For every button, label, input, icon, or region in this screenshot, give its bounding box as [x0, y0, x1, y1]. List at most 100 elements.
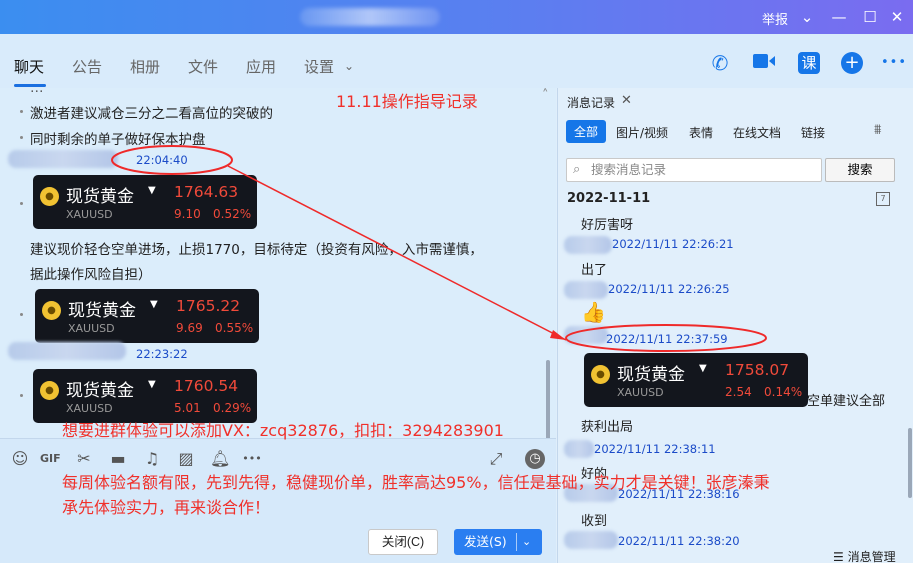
quote-percent: 0.29% [213, 401, 252, 415]
class-icon[interactable]: 课 [798, 52, 820, 74]
send-button[interactable]: 发送(S) ⌄ [454, 529, 542, 555]
filter-docs[interactable]: 在线文档 [733, 124, 781, 141]
quote-symbol: XAUUSD [66, 402, 113, 415]
chat-line: 据此操作风险自担） [30, 267, 152, 283]
search-button[interactable]: 搜索 [825, 158, 895, 182]
tab-album[interactable]: 相册 [130, 56, 160, 77]
history-search-input[interactable]: ⌕ 搜索消息记录 [566, 158, 822, 182]
history-date: 2022-11-11 [567, 191, 651, 206]
caret-down-icon: ▼ [148, 379, 156, 390]
quote-price: 1764.63 [174, 183, 239, 201]
quote-symbol: XAUUSD [617, 386, 664, 399]
gold-quote-card[interactable]: ● 现货黄金 ▼ XAUUSD 1760.54 5.01 0.29% [33, 369, 257, 423]
manage-label: 消息管理 [847, 550, 896, 563]
caret-down-icon: ▼ [699, 363, 707, 374]
emoji-icon[interactable]: ☺ [10, 449, 30, 469]
message-time: 22:23:22 [136, 347, 188, 361]
gold-coin-icon: ● [40, 187, 59, 206]
sender-name-blurred [8, 150, 118, 168]
chat-area: … 激进者建议减仓三分之二看高位的突破的 同时剩余的单子做好保本护盘 ˄ 22:… [0, 88, 556, 438]
quote-price: 1758.07 [725, 361, 790, 379]
bullet [20, 313, 23, 316]
annotation-title: 11.11操作指导记录 [336, 92, 478, 111]
expand-icon[interactable]: ⤢ [486, 449, 506, 469]
caret-down-icon: ▼ [150, 299, 158, 310]
history-message: 空单建议全部 [807, 394, 886, 409]
close-button[interactable]: 关闭(C) [368, 529, 438, 555]
filter-sticker[interactable]: 表情 [689, 124, 713, 141]
history-scrollbar[interactable] [908, 428, 912, 498]
filter-links[interactable]: 链接 [801, 124, 825, 141]
quote-name: 现货黄金 [66, 381, 134, 401]
clipped-line: … [30, 88, 44, 96]
music-icon[interactable]: ♫ [142, 449, 162, 469]
filter-all[interactable]: 全部 [566, 120, 607, 143]
tab-files[interactable]: 文件 [188, 56, 218, 77]
history-time: 2022/11/11 22:38:20 [618, 534, 740, 548]
phone-icon[interactable]: ✆ [707, 50, 733, 76]
history-time: 2022/11/11 22:26:21 [612, 237, 734, 251]
tab-chat[interactable]: 聊天 [14, 56, 44, 77]
quote-change: 9.69 [176, 321, 203, 335]
close-icon[interactable]: ˄ [542, 88, 549, 103]
maximize-icon[interactable]: ☐ [860, 7, 880, 27]
search-icon: ⌕ [573, 162, 581, 177]
gif-icon[interactable]: GIF [40, 449, 61, 469]
search-placeholder: 搜索消息记录 [591, 162, 667, 177]
title-bar: 举报 ⌄ — ☐ ✕ [0, 0, 913, 34]
sender-name-blurred [564, 281, 608, 299]
close-icon[interactable]: ✕ [621, 93, 632, 108]
chevron-down-icon[interactable]: ⌄ [522, 529, 531, 555]
bell-icon[interactable]: 🔔︎ [210, 449, 230, 469]
close-icon[interactable]: ✕ [887, 7, 907, 27]
scissors-icon[interactable]: ✂ [74, 449, 94, 469]
quote-name: 现货黄金 [66, 187, 134, 207]
chat-line: 同时剩余的单子做好保本护盘 [30, 132, 206, 148]
quote-symbol: XAUUSD [68, 322, 115, 335]
quote-percent: 0.14% [764, 385, 803, 399]
history-time: 2022/11/11 22:26:25 [608, 282, 730, 296]
quote-percent: 0.55% [215, 321, 254, 335]
promo-line: 每周体验名额有限，先到先得，稳健现价单，胜率高达95%，信任是基础，实力才是关键… [62, 473, 770, 492]
filter-media[interactable]: 图片/视频 [616, 124, 668, 141]
history-time: 2022/11/11 22:37:59 [606, 332, 728, 346]
bullet [20, 110, 23, 113]
add-icon[interactable]: + [841, 52, 863, 74]
folder-icon[interactable]: ▬ [108, 449, 128, 469]
calendar-icon[interactable]: 7 [876, 192, 890, 206]
message-manage-button[interactable]: ☰ 消息管理 [833, 548, 896, 563]
divider [516, 533, 517, 551]
history-message: 获利出局 [581, 420, 634, 435]
video-call-icon[interactable] [751, 50, 777, 76]
filter-icon[interactable]: ⩩ [874, 122, 881, 138]
window-title-blurred [300, 8, 440, 26]
chat-scrollbar[interactable] [546, 360, 550, 438]
quote-change: 5.01 [174, 401, 201, 415]
gold-coin-icon: ● [40, 381, 59, 400]
more-icon[interactable]: ••• [242, 449, 262, 469]
active-tab-indicator [14, 84, 46, 87]
gold-quote-card[interactable]: ● 现货黄金 ▼ XAUUSD 1765.22 9.69 0.55% [35, 289, 259, 343]
sender-name-blurred [564, 440, 594, 458]
more-icon[interactable]: ••• [881, 50, 907, 76]
gold-coin-icon: ● [42, 301, 61, 320]
report-button[interactable]: 举报 [762, 9, 788, 28]
tab-announcement[interactable]: 公告 [72, 56, 102, 77]
quote-symbol: XAUUSD [66, 208, 113, 221]
bullet [20, 136, 23, 139]
gold-quote-card[interactable]: ● 现货黄金 ▼ XAUUSD 1764.63 9.10 0.52% [33, 175, 257, 229]
chevron-down-icon[interactable]: ⌄ [344, 59, 354, 73]
quote-change: 2.54 [725, 385, 752, 399]
tab-apps[interactable]: 应用 [246, 56, 276, 77]
minimize-icon[interactable]: — [829, 7, 849, 27]
sender-name-blurred [8, 342, 126, 360]
chevron-down-icon[interactable]: ⌄ [797, 7, 817, 27]
history-message: 收到 [581, 514, 608, 529]
tab-settings[interactable]: 设置 [304, 56, 334, 77]
caret-down-icon: ▼ [148, 185, 156, 196]
gold-quote-card[interactable]: ● 现货黄金 ▼ XAUUSD 1758.07 2.54 0.14% [584, 353, 808, 407]
gold-coin-icon: ● [591, 365, 610, 384]
image-icon[interactable]: ▨ [176, 449, 196, 469]
sender-name-blurred [564, 326, 608, 344]
history-clock-icon[interactable]: ◷ [525, 449, 545, 469]
